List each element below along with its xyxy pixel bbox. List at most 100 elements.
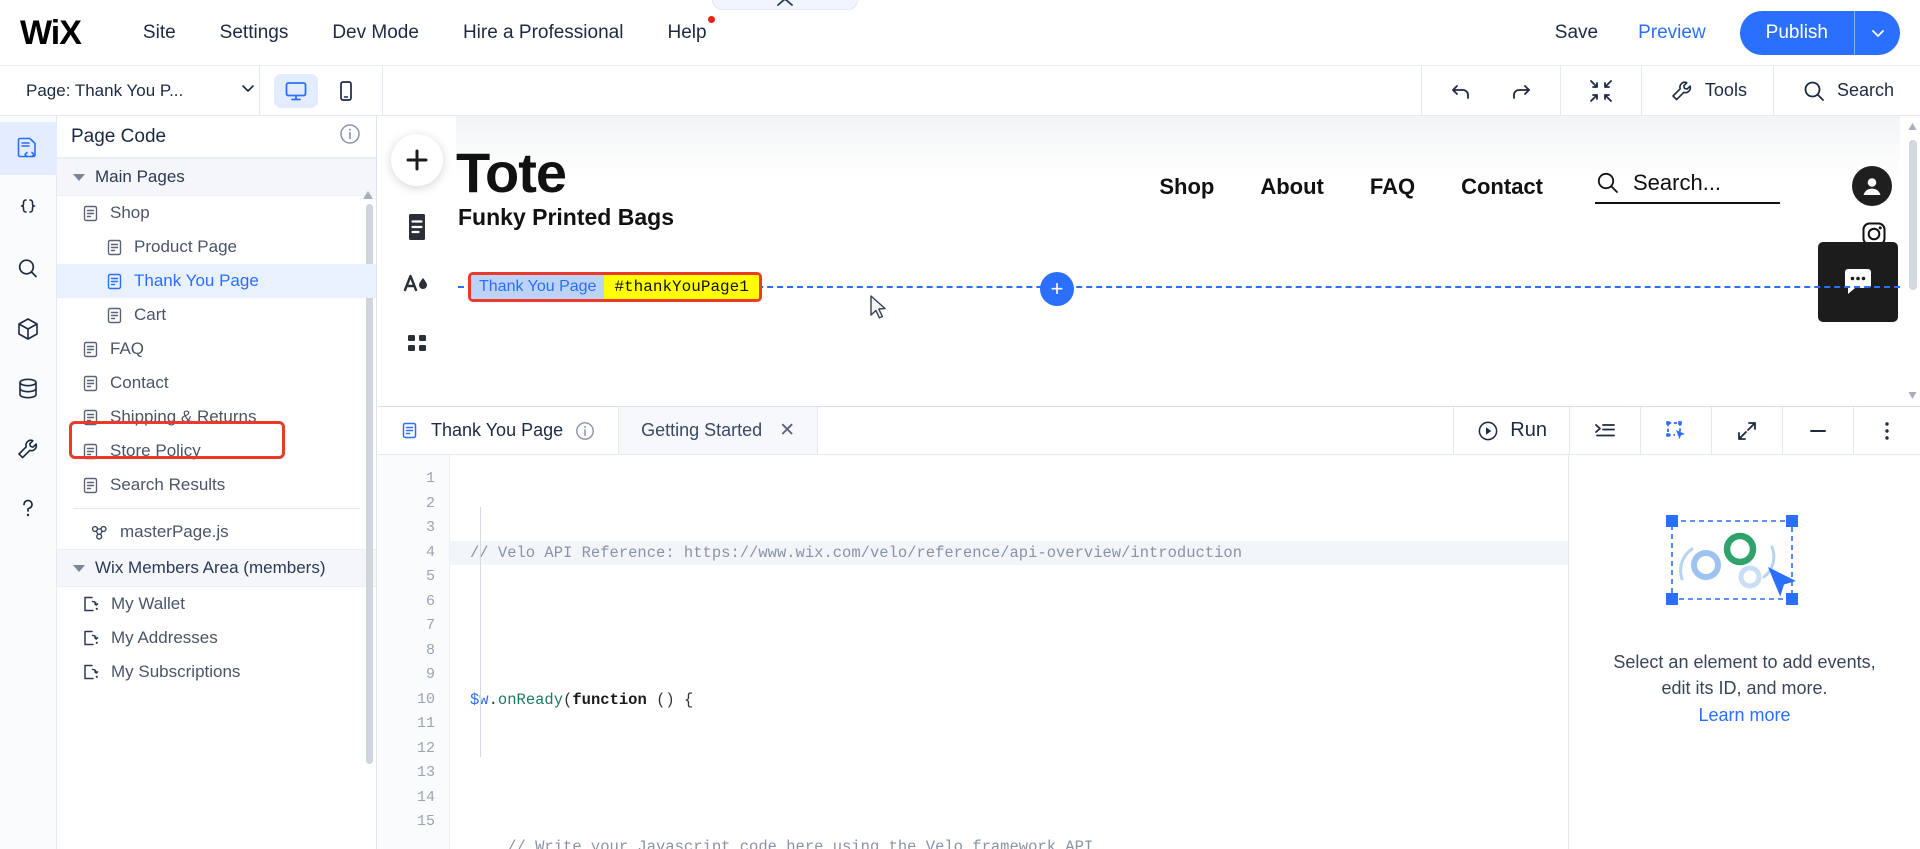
publish-button-group[interactable]: Publish — [1739, 10, 1900, 55]
add-element-button[interactable] — [391, 134, 443, 186]
zoom-out-group — [1559, 65, 1641, 116]
tree-item-label: Shop — [110, 203, 150, 222]
menu-help[interactable]: Help — [645, 14, 728, 52]
preview-button[interactable]: Preview — [1618, 14, 1726, 52]
info-icon[interactable] — [338, 122, 362, 151]
line-number: 11 — [416, 715, 435, 732]
expand-diagonal-icon — [1738, 421, 1756, 440]
tree-item-contact[interactable]: Contact — [57, 366, 376, 400]
tree-item-my-addresses[interactable]: My Addresses — [57, 621, 376, 655]
tree-item-label: Search Results — [110, 475, 226, 494]
tree-item-label: Shipping & Returns — [110, 407, 257, 426]
editor-tab-thank-you-page[interactable]: Thank You Page — [378, 407, 620, 454]
tree-item-shop[interactable]: Shop — [57, 196, 376, 230]
run-button[interactable]: Run — [1453, 407, 1569, 454]
site-nav-shop[interactable]: Shop — [1159, 174, 1214, 200]
tree-item-label: My Subscriptions — [111, 662, 241, 681]
editor-tab-getting-started[interactable]: Getting Started ✕ — [619, 407, 819, 454]
tree-item-search-results[interactable]: Search Results — [57, 468, 376, 502]
collapse-arrows-icon — [1590, 79, 1612, 102]
tree-item-product-page[interactable]: Product Page — [57, 230, 376, 264]
rail-item-code-files[interactable] — [0, 182, 57, 235]
site-nav-about[interactable]: About — [1260, 174, 1324, 200]
tree-item-cart[interactable]: Cart — [57, 298, 376, 332]
theme-manager-button[interactable] — [400, 268, 434, 302]
site-nav-contact[interactable]: Contact — [1461, 174, 1543, 200]
undo-button[interactable] — [1440, 77, 1484, 105]
editor-more-options-button[interactable] — [1853, 407, 1920, 454]
tree-group-wix-members-area[interactable]: Wix Members Area (members) — [57, 549, 376, 587]
properties-panel: Select an element to add events, edit it… — [1568, 455, 1920, 849]
rail-item-tools[interactable] — [0, 422, 57, 475]
site-search-box[interactable]: Search... — [1595, 170, 1780, 204]
site-account-avatar-icon[interactable] — [1852, 166, 1892, 206]
menu-settings[interactable]: Settings — [198, 14, 311, 52]
code-line-5: // Write your Javascript code here using… — [470, 835, 1568, 849]
page-icon — [107, 239, 122, 255]
tree-item-my-wallet[interactable]: My Wallet — [57, 587, 376, 621]
site-logo-title[interactable]: Tote — [456, 140, 567, 205]
minimize-icon — [1810, 429, 1826, 432]
publish-dropdown-button[interactable] — [1854, 10, 1900, 55]
tree-group-main-pages[interactable]: Main Pages — [57, 158, 376, 196]
canvas-scrollbar[interactable] — [1908, 118, 1918, 404]
search-icon — [1804, 81, 1824, 101]
close-icon[interactable]: ✕ — [779, 419, 795, 442]
tools-group: Tools — [1640, 65, 1773, 116]
search-button[interactable]: Search — [1792, 77, 1902, 105]
desktop-view-button[interactable] — [274, 73, 319, 108]
rail-item-packages[interactable] — [0, 302, 57, 355]
add-section-button[interactable] — [400, 210, 434, 244]
code-area[interactable]: // Velo API Reference: https://www.wix.c… — [450, 455, 1568, 849]
mobile-view-button[interactable] — [324, 74, 368, 108]
learn-more-link[interactable]: Learn more — [1698, 705, 1790, 726]
page-selector-dropdown[interactable]: Page: Thank You P... — [0, 77, 259, 104]
tree-item-label: Contact — [110, 373, 169, 392]
page-icon — [83, 409, 98, 425]
divider — [73, 508, 360, 509]
rail-item-page-code[interactable] — [0, 122, 57, 175]
publish-button[interactable]: Publish — [1740, 11, 1854, 55]
save-button[interactable]: Save — [1535, 14, 1618, 52]
expand-editor-button[interactable] — [1711, 407, 1782, 454]
redo-button[interactable] — [1498, 77, 1542, 105]
line-number: 1 — [425, 470, 435, 487]
more-vertical-icon — [1885, 421, 1889, 440]
menu-site[interactable]: Site — [121, 14, 198, 52]
scroll-down-arrow — [1908, 392, 1917, 399]
tree-item-store-policy[interactable]: Store Policy — [57, 434, 376, 468]
site-tagline[interactable]: Funky Printed Bags — [458, 204, 674, 231]
tools-button[interactable]: Tools — [1660, 77, 1755, 105]
editor-tab-bar: Thank You Page Getting Started ✕ Run — [378, 407, 1920, 455]
menu-hire-a-professional[interactable]: Hire a Professional — [441, 14, 646, 52]
rail-item-databases[interactable] — [0, 362, 57, 415]
zoom-out-button[interactable] — [1579, 77, 1623, 105]
tree-item-label: Cart — [134, 305, 167, 324]
rail-item-search[interactable] — [0, 242, 57, 295]
tree-item-faq[interactable]: FAQ — [57, 332, 376, 366]
selection-element-id: #thankYouPage1 — [604, 275, 759, 299]
canvas-scroll-thumb[interactable] — [1909, 140, 1917, 290]
add-section-inline-button[interactable]: + — [1040, 272, 1074, 306]
site-nav-faq[interactable]: FAQ — [1370, 174, 1415, 200]
wix-logo[interactable]: WiX — [20, 16, 82, 50]
page-section-icon — [409, 214, 425, 240]
play-circle-icon — [1478, 421, 1498, 440]
collapse-toolbar-handle[interactable] — [712, 0, 858, 10]
tree-item-my-subscriptions[interactable]: My Subscriptions — [57, 655, 376, 689]
menu-dev-mode[interactable]: Dev Mode — [310, 14, 441, 52]
mouse-cursor-icon — [868, 294, 890, 327]
line-number: 2 — [425, 494, 435, 512]
rail-item-help[interactable] — [0, 482, 57, 535]
selected-strip: Thank You Page #thankYouPage1 + — [438, 256, 1900, 306]
minimize-editor-button[interactable] — [1782, 407, 1853, 454]
wix-editor-window: WiX Site Settings Dev Mode Hire a Profes… — [0, 0, 1920, 849]
plus-icon — [406, 149, 428, 171]
element-properties-button[interactable] — [1640, 407, 1711, 454]
apps-button[interactable] — [400, 326, 434, 360]
format-code-button[interactable] — [1569, 407, 1640, 454]
tree-item-master-page[interactable]: masterPage.js — [57, 515, 376, 549]
tree-item-thank-you-page[interactable]: Thank You Page — [57, 264, 376, 298]
tree-item-shipping-and-returns[interactable]: Shipping & Returns — [57, 400, 376, 434]
run-label: Run — [1510, 419, 1547, 441]
